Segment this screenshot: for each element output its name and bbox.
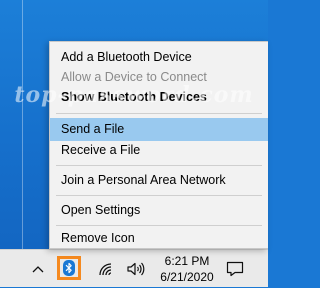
wifi-icon[interactable] <box>94 250 118 288</box>
bluetooth-tray-button[interactable] <box>57 256 81 280</box>
menu-separator <box>56 113 262 114</box>
menu-item-open-settings[interactable]: Open Settings <box>50 199 268 222</box>
taskbar-clock[interactable]: 6:21 PM 6/21/2020 <box>156 250 218 288</box>
menu-separator <box>56 165 262 166</box>
bluetooth-context-menu: Add a Bluetooth Device Allow a Device to… <box>49 41 268 249</box>
menu-item-show-bluetooth-devices[interactable]: Show Bluetooth Devices <box>50 86 268 109</box>
volume-icon[interactable] <box>123 250 149 288</box>
clock-date: 6/21/2020 <box>160 270 214 284</box>
menu-separator <box>56 225 262 226</box>
menu-item-send-a-file[interactable]: Send a File <box>50 118 268 141</box>
clock-time: 6:21 PM <box>164 254 210 268</box>
notification-icon[interactable] <box>222 250 248 288</box>
menu-separator <box>56 195 262 196</box>
taskbar: 6:21 PM 6/21/2020 <box>0 249 268 287</box>
window-edge <box>22 0 23 249</box>
bluetooth-icon <box>63 260 75 276</box>
chevron-up-icon[interactable] <box>28 250 48 288</box>
menu-item-join-personal-area-network[interactable]: Join a Personal Area Network <box>50 169 268 192</box>
menu-item-receive-a-file[interactable]: Receive a File <box>50 139 268 162</box>
menu-item-remove-icon[interactable]: Remove Icon <box>50 227 268 250</box>
